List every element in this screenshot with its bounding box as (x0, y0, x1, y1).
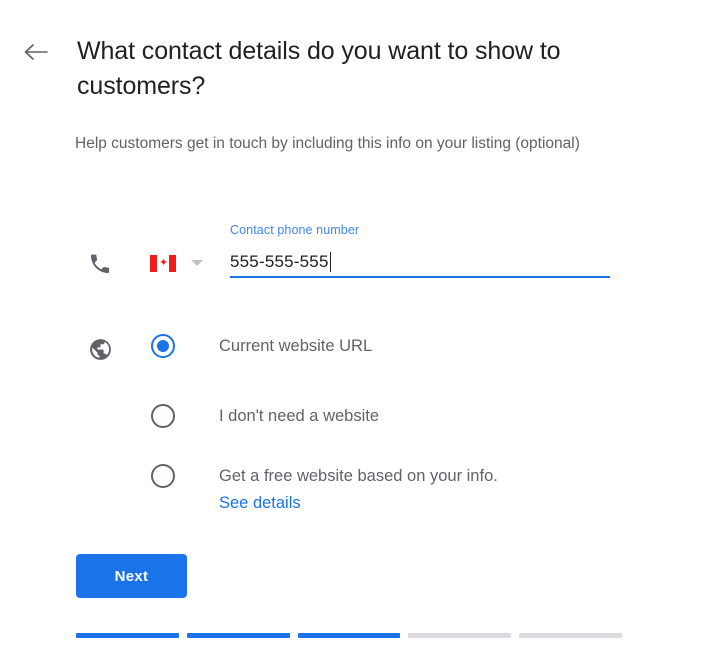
progress-step-2 (186, 633, 290, 638)
progress-step-3 (297, 633, 401, 638)
phone-icon (91, 254, 110, 273)
country-flag-canada-icon[interactable]: ✦ (150, 255, 176, 272)
text-cursor (329, 252, 332, 272)
progress-step-1 (76, 633, 179, 638)
arrow-left-icon (24, 44, 48, 60)
flag-bar-left (150, 255, 157, 272)
page-title: What contact details do you want to show… (77, 37, 561, 100)
page-subtitle: Help customers get in touch by including… (75, 135, 580, 152)
flag-bar-right (169, 255, 176, 272)
radio-option-no-website[interactable]: I don't need a website (0, 404, 711, 428)
contact-phone-row: ✦ Contact phone number 555-555-555 (0, 222, 711, 292)
next-button[interactable]: Next (76, 554, 187, 598)
page-header: What contact details do you want to show… (0, 34, 711, 104)
back-button[interactable] (18, 34, 54, 70)
see-details-link[interactable]: See details (219, 491, 301, 515)
chevron-down-icon[interactable] (191, 260, 203, 266)
radio-label: Current website URL (219, 337, 373, 355)
radio-button[interactable] (151, 464, 175, 488)
phone-input-field: Contact phone number 555-555-555 (230, 222, 610, 278)
radio-button[interactable] (151, 404, 175, 428)
phone-input[interactable]: 555-555-555 (230, 248, 610, 278)
radio-button-selected[interactable] (151, 334, 175, 358)
radio-option-current-website-url[interactable]: Current website URL (0, 334, 711, 358)
progress-bar (76, 633, 622, 638)
radio-option-free-website[interactable]: Get a free website based on your info. S… (0, 464, 711, 515)
radio-label: Get a free website based on your info. (219, 467, 498, 485)
maple-leaf-icon: ✦ (159, 257, 169, 269)
radio-label-group: Get a free website based on your info. S… (219, 464, 498, 515)
progress-step-4 (408, 633, 512, 638)
radio-label: I don't need a website (219, 407, 380, 425)
phone-input-value: 555-555-555 (230, 252, 329, 271)
phone-input-label: Contact phone number (230, 223, 360, 237)
progress-step-5 (519, 633, 622, 638)
